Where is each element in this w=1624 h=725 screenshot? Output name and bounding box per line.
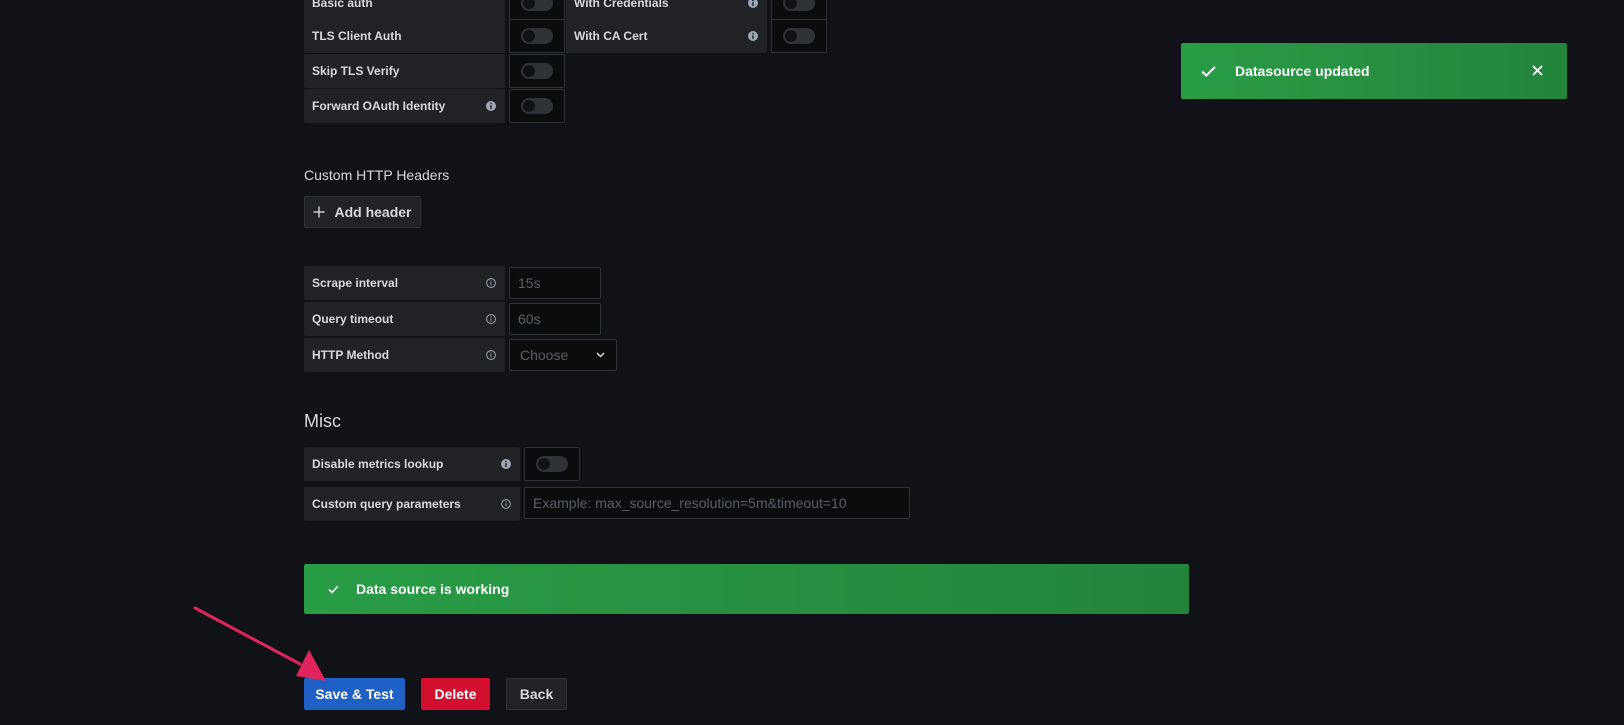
annotation-arrow-icon xyxy=(193,606,326,681)
